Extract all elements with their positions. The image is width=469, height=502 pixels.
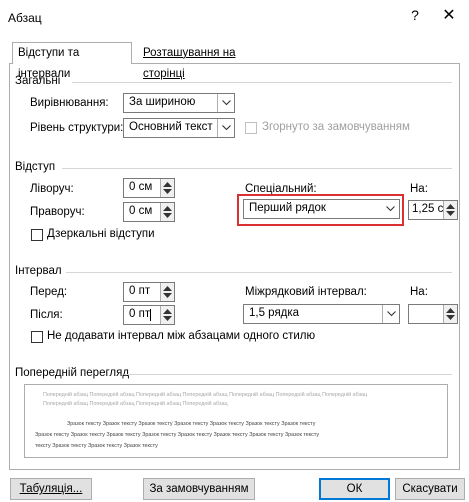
set-default-button[interactable]: За замовчуванням [143,478,255,500]
spacing-after-value: 0 пт [129,308,151,320]
preview-sample-line: Зразок тексту Зразок тексту Зразок текст… [35,432,320,438]
tabs-button[interactable]: Табуляція... [10,478,92,500]
tab-indents-spacing-label: Відступи та інтервали [18,47,80,80]
line-spacing-at-stepper[interactable] [408,304,458,324]
spacing-after-stepper[interactable]: 0 пт [123,305,175,325]
indent-left-value: 0 см [129,181,153,193]
spacing-section-title: Інтервал [15,265,66,277]
alignment-label: Вирівнювання: [30,97,109,109]
tab-line-page-breaks[interactable]: Розташування на сторінці [138,43,278,80]
spin-arrows-icon[interactable] [160,179,174,197]
spin-arrows-icon[interactable] [160,203,174,221]
spin-arrows-icon[interactable] [443,201,457,219]
line-spacing-label: Міжрядковий інтервал: [245,286,367,298]
collapsed-checkbox[interactable] [245,122,257,134]
collapsed-label: Згорнуто за замовчуванням [262,121,410,133]
dialog-title: Абзац [8,11,42,25]
indent-left-stepper[interactable]: 0 см [123,178,175,198]
special-value: Перший рядок [249,202,326,214]
dont-add-space-checkbox[interactable] [31,331,43,343]
cancel-button[interactable]: Скасувати [395,478,465,500]
alignment-value: За шириною [129,96,196,108]
special-dropdown[interactable]: Перший рядок [243,199,400,219]
preview-box: Попередній абзац Попередній абзац Попере… [24,384,448,458]
chevron-down-icon [217,94,234,112]
at-label: На: [410,286,428,298]
preview-sample-line: Зразок тексту Зразок тексту Зразок текст… [67,421,316,427]
preview-previous-paragraph: Попередній абзац Попередній абзац Попере… [43,392,368,407]
mirror-indents-label: Дзеркальні відступи [47,228,155,240]
text-cursor [150,309,151,321]
outline-level-value: Основний текст [129,121,213,133]
indent-divider [62,168,452,169]
indent-right-value: 0 см [129,205,153,217]
spacing-divider [66,272,452,273]
dont-add-space-label: Не додавати інтервал між абзацами одного… [47,330,316,342]
by-label: На: [410,183,428,195]
ok-button-label: ОК [346,483,363,495]
chevron-down-icon [382,200,399,218]
preview-sample-line: тексту Зразок тексту Зразок тексту Зразо… [35,443,158,449]
help-button[interactable]: ? [407,7,423,23]
indent-left-label: Ліворуч: [30,183,74,195]
preview-divider [124,374,452,375]
spacing-before-label: Перед: [30,286,68,298]
ok-button[interactable]: ОК [319,478,390,500]
spacing-after-label: Після: [30,309,63,321]
alignment-dropdown[interactable]: За шириною [123,93,235,113]
tabs-button-label: Табуляція... [19,483,83,495]
line-spacing-dropdown[interactable]: 1,5 рядка [243,304,400,324]
indent-right-label: Праворуч: [30,206,85,218]
chevron-down-icon [217,119,234,137]
outline-level-label: Рівень структури: [30,122,124,134]
indent-section-title: Відступ [15,161,60,173]
spin-arrows-icon[interactable] [160,283,174,301]
spin-arrows-icon[interactable] [160,306,174,324]
set-default-button-label: За замовчуванням [149,483,249,495]
spacing-before-stepper[interactable]: 0 пт [123,282,175,302]
indent-right-stepper[interactable]: 0 см [123,202,175,222]
general-divider [72,82,452,83]
cancel-button-label: Скасувати [402,483,458,495]
indent-by-stepper[interactable]: 1,25 см [408,200,458,220]
mirror-indents-checkbox[interactable] [31,229,43,241]
spacing-before-value: 0 пт [129,285,151,297]
close-button[interactable]: ✕ [440,5,458,25]
spin-arrows-icon[interactable] [443,305,457,323]
line-spacing-value: 1,5 рядка [249,307,300,319]
outline-level-dropdown[interactable]: Основний текст [123,118,235,138]
tab-indents-spacing[interactable]: Відступи та інтервали [12,42,132,80]
chevron-down-icon [382,305,399,323]
preview-section-title: Попередній перегляд [15,367,134,379]
